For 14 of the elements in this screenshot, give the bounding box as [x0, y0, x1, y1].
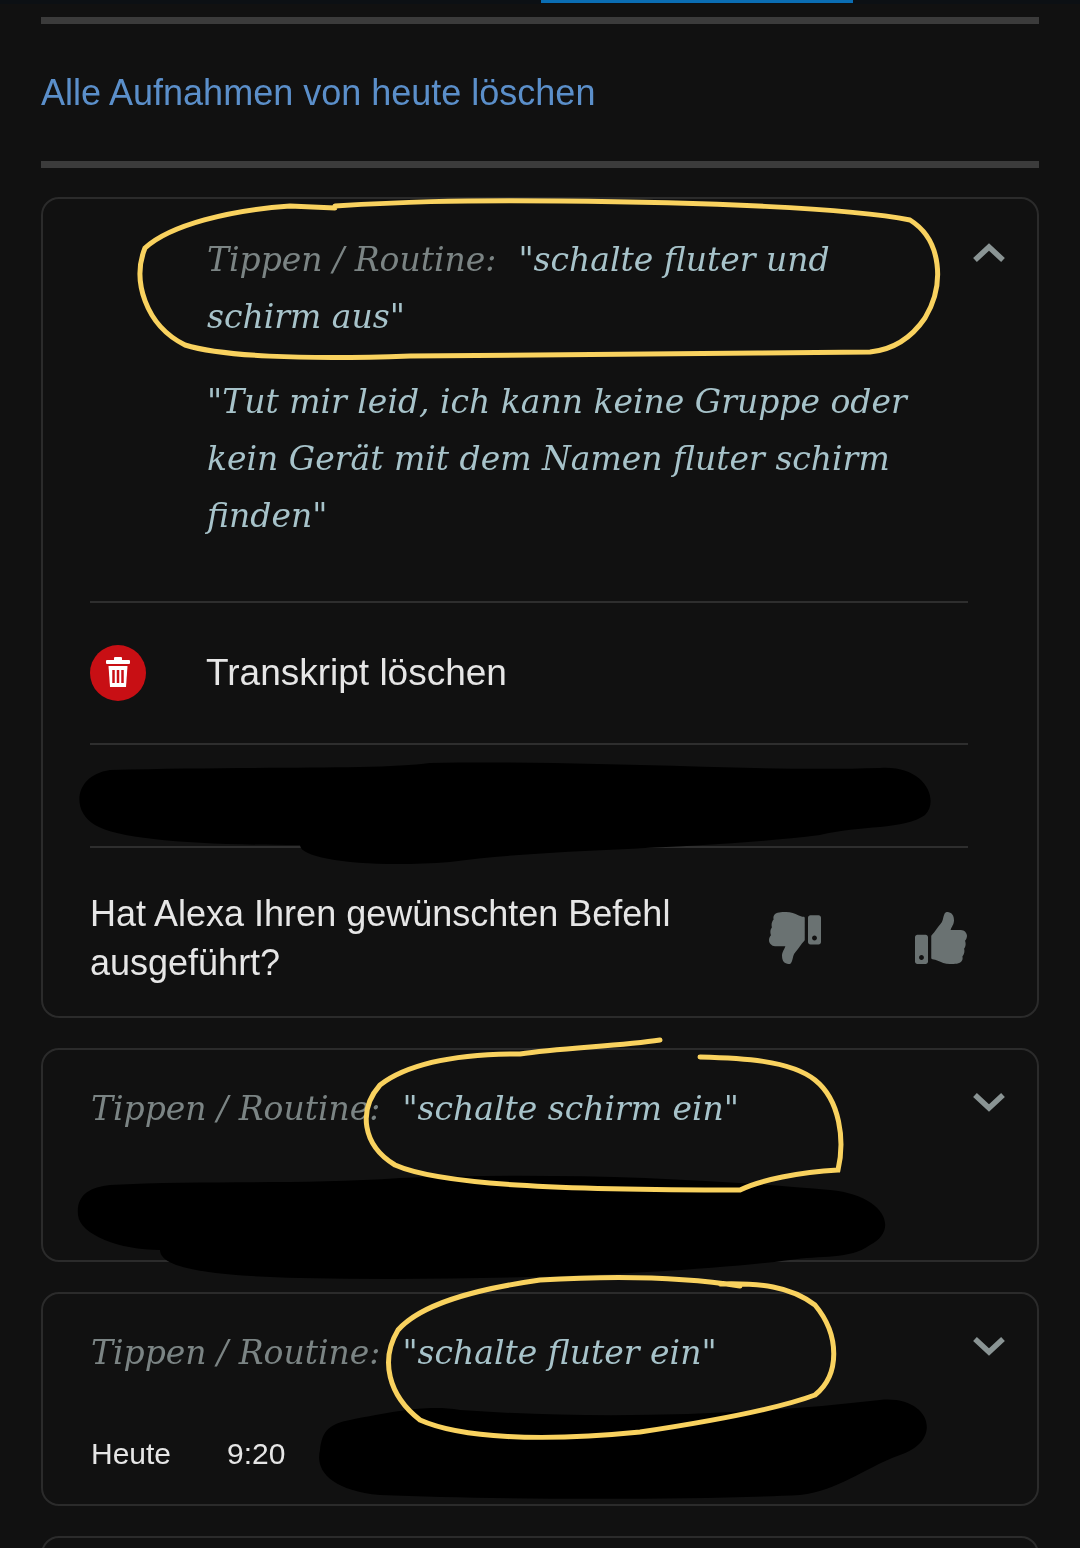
date-label: Heute [91, 1436, 172, 1472]
chevron-up-icon[interactable] [971, 242, 1007, 264]
thumbs-up-icon[interactable] [915, 912, 967, 964]
trash-icon [90, 645, 146, 701]
chevron-down-icon[interactable] [971, 1091, 1007, 1113]
delete-all-link[interactable]: Alle Aufnahmen von heute löschen [41, 73, 596, 113]
delete-transcript-button[interactable]: Transkript löschen [90, 645, 507, 701]
response-text: "Tut mir leid, ich kann keine Gruppe oder kein Gerät mit dem Namen fluter schirm finden" [207, 381, 910, 537]
thumbs-down-icon[interactable] [769, 912, 821, 964]
time-label: 9:20 [227, 1436, 286, 1472]
command-heading: Tippen / Routine: "schalte fluter ein" [91, 1333, 717, 1372]
command-heading: Tippen / Routine: "schalte fluter und schirm aus" [207, 240, 830, 336]
feedback-question: Hat Alexa Ihren gewünschten Befehl ausgeführt? [90, 892, 672, 985]
chevron-down-icon[interactable] [971, 1335, 1007, 1357]
